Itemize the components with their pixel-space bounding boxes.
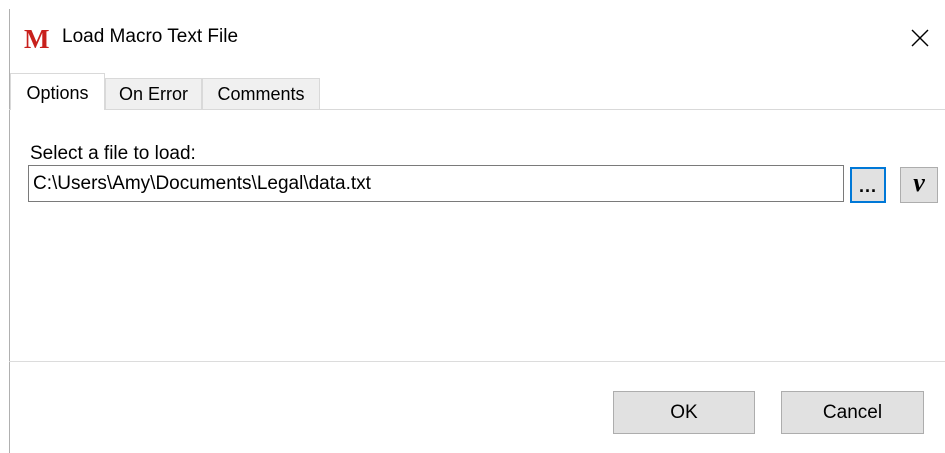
ok-button[interactable]: OK bbox=[613, 391, 755, 434]
macro-m-icon: M bbox=[24, 24, 51, 54]
browse-button[interactable]: ... bbox=[850, 167, 886, 203]
tab-on-error[interactable]: On Error bbox=[105, 78, 202, 109]
tab-options[interactable]: Options bbox=[10, 73, 105, 110]
cancel-button[interactable]: Cancel bbox=[781, 391, 924, 434]
tab-strip-divider bbox=[9, 109, 945, 110]
browse-button-label: ... bbox=[858, 176, 877, 196]
close-button[interactable] bbox=[907, 25, 933, 51]
file-select-label: Select a file to load: bbox=[30, 143, 196, 164]
window-title: Load Macro Text File bbox=[62, 26, 239, 47]
load-macro-dialog: M Load Macro Text File Options On Error … bbox=[9, 9, 945, 453]
macro-icon-letter: M bbox=[24, 24, 50, 54]
tab-comments[interactable]: Comments bbox=[202, 78, 320, 109]
file-path-input[interactable] bbox=[28, 165, 844, 202]
insert-variable-button[interactable]: v bbox=[900, 167, 938, 203]
close-icon bbox=[911, 29, 929, 47]
title-bar[interactable]: M Load Macro Text File bbox=[9, 9, 945, 65]
footer-divider bbox=[9, 361, 945, 362]
